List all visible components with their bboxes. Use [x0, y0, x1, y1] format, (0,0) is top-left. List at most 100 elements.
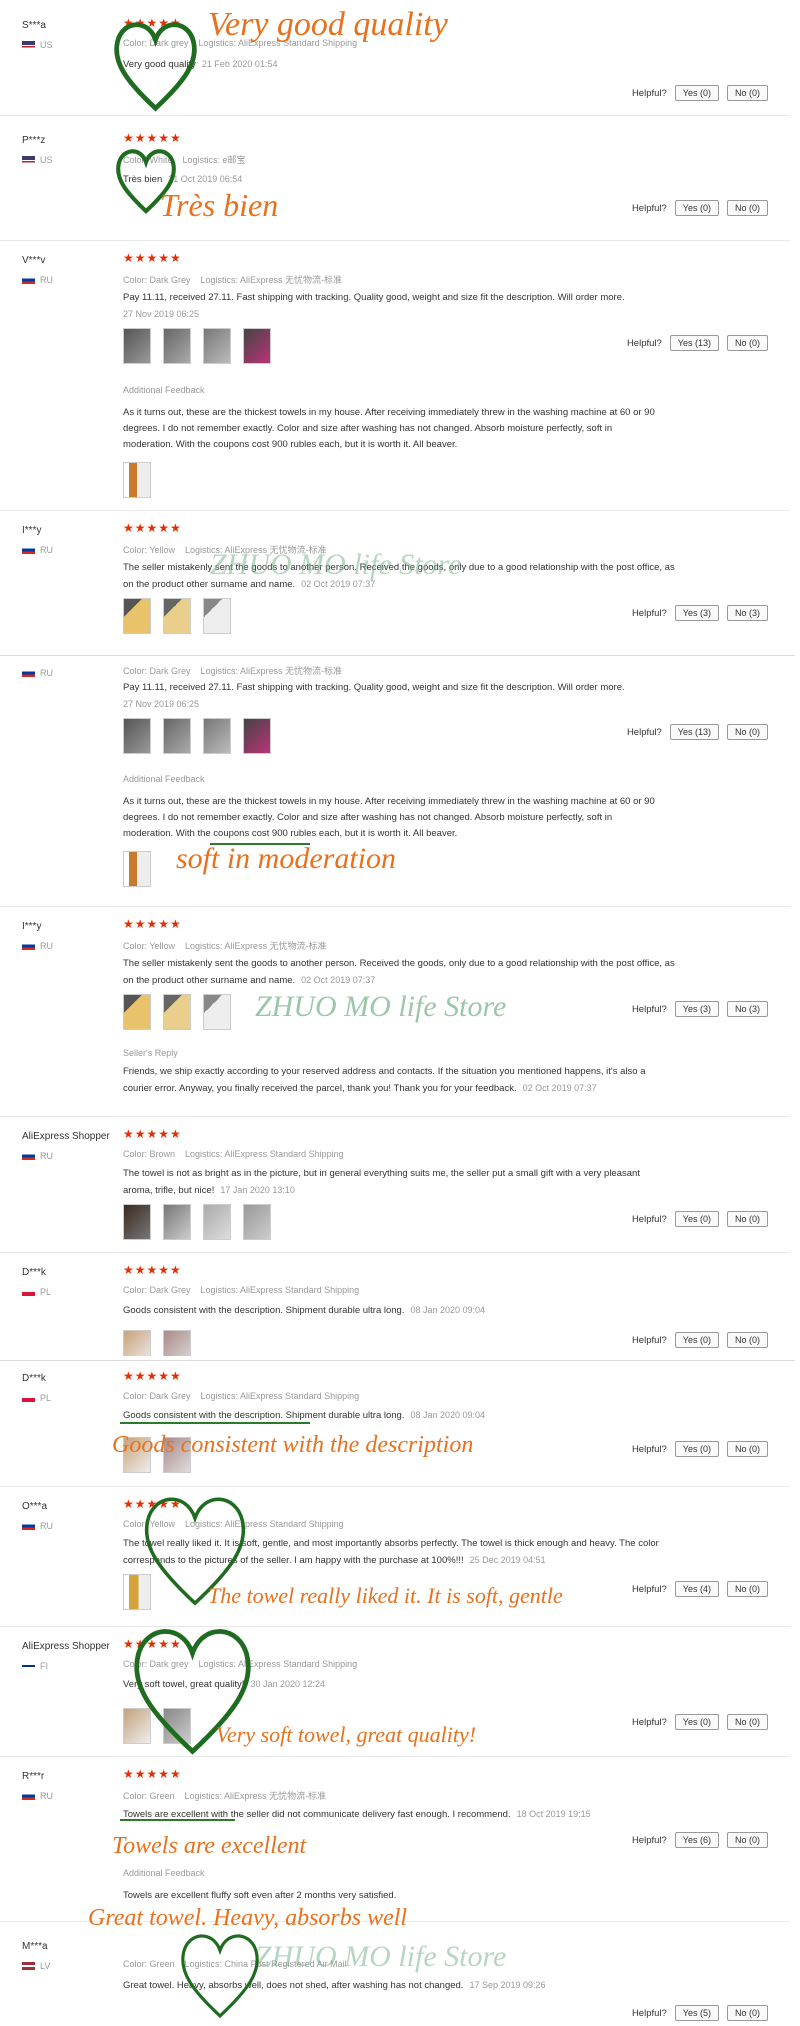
helpful-controls: Helpful? Yes (0) No (0) — [632, 1714, 768, 1730]
helpful-controls: Helpful? Yes (4) No (0) — [632, 1581, 768, 1597]
annotation-caption: Very good quality — [208, 6, 448, 43]
review-photo[interactable] — [163, 1330, 191, 1356]
reviewer-name: P***z — [22, 135, 46, 146]
annotation-caption: soft in moderation — [176, 842, 397, 875]
helpful-no-button[interactable]: No (0) — [726, 1832, 768, 1848]
review-photo[interactable] — [243, 718, 271, 754]
reviewer-name: S***a — [22, 20, 46, 31]
review-text: Pay 11.11, received 27.11. Fast shipping… — [123, 292, 625, 319]
review-photos — [123, 718, 271, 754]
additional-feedback-label: Additional Feedback — [123, 1868, 205, 1878]
helpful-yes-button[interactable]: Yes (4) — [674, 1581, 719, 1597]
helpful-yes-button[interactable]: Yes (3) — [674, 1001, 719, 1017]
helpful-yes-button[interactable]: Yes (0) — [674, 1211, 719, 1227]
review-photo[interactable] — [203, 1204, 231, 1240]
review-item: D***k PL ★★★★★ Color: Dark Grey Logistics… — [0, 1252, 790, 1356]
additional-feedback-label: Additional Feedback — [123, 385, 205, 395]
helpful-controls: Helpful? Yes (0) No (0) — [632, 1332, 768, 1348]
review-photo[interactable] — [203, 718, 231, 754]
annotation-caption: Goods consistent with the description — [112, 1432, 474, 1458]
review-photo[interactable] — [243, 1204, 271, 1240]
review-photo[interactable] — [203, 994, 231, 1030]
star-rating: ★★★★★ — [123, 521, 182, 535]
reviewer-name: O***a — [22, 1501, 48, 1512]
review-meta: Color: Dark Grey Logistics: AliExpress St… — [123, 1285, 360, 1295]
reviewer-name: I***y — [22, 525, 42, 536]
helpful-yes-button[interactable]: Yes (0) — [674, 1441, 719, 1457]
helpful-no-button[interactable]: No (3) — [726, 605, 768, 621]
review-meta: Color: Dark Grey Logistics: AliExpress 无忧… — [123, 666, 343, 676]
review-photo[interactable] — [123, 328, 151, 364]
helpful-no-button[interactable]: No (0) — [726, 1581, 768, 1597]
review-photo[interactable] — [203, 328, 231, 364]
reviewer-name: D***k — [22, 1267, 46, 1278]
review-photo[interactable] — [163, 328, 191, 364]
review-photo[interactable] — [123, 851, 151, 887]
ru-flag-icon — [22, 669, 35, 677]
helpful-yes-button[interactable]: Yes (0) — [674, 1332, 719, 1348]
review-photo[interactable] — [123, 994, 151, 1030]
helpful-yes-button[interactable]: Yes (6) — [674, 1832, 719, 1848]
fi-flag-icon — [22, 1662, 35, 1670]
helpful-yes-button[interactable]: Yes (0) — [674, 1714, 719, 1730]
review-meta: Color: Yellow Logistics: AliExpress 无忧物流-… — [123, 941, 327, 951]
additional-feedback-label: Additional Feedback — [123, 774, 205, 784]
helpful-controls: Helpful? Yes (13) No (0) — [627, 724, 768, 740]
helpful-no-button[interactable]: No (0) — [726, 335, 768, 351]
helpful-no-button[interactable]: No (0) — [726, 1714, 768, 1730]
reviewer-name: R***r — [22, 1771, 45, 1782]
review-text: Very good quality 21 Feb 2020 01:54 — [123, 59, 278, 70]
helpful-no-button[interactable]: No (0) — [726, 200, 768, 216]
reviewer-name: D***k — [22, 1373, 46, 1384]
helpful-no-button[interactable]: No (0) — [726, 1332, 768, 1348]
ru-flag-icon — [22, 1792, 35, 1800]
ru-flag-icon — [22, 1522, 35, 1530]
review-meta: Color: Dark Grey Logistics: AliExpress St… — [123, 1391, 360, 1401]
helpful-yes-button[interactable]: Yes (13) — [669, 724, 719, 740]
helpful-no-button[interactable]: No (3) — [726, 1001, 768, 1017]
review-item: AliExpress Shopper RU ★★★★★ Color: Brown… — [0, 1116, 790, 1253]
review-photo[interactable] — [163, 1204, 191, 1240]
helpful-controls: Helpful? Yes (6) No (0) — [632, 1832, 768, 1848]
annotation-caption: Towels are excellent — [112, 1833, 307, 1859]
seller-reply-label: Seller's Reply — [123, 1048, 178, 1058]
helpful-controls: Helpful? Yes (3) No (3) — [632, 1001, 768, 1017]
review-meta: Color: Green Logistics: AliExpress 无忧物流-标… — [123, 1791, 327, 1801]
helpful-yes-button[interactable]: Yes (0) — [674, 85, 719, 101]
helpful-yes-button[interactable]: Yes (3) — [674, 605, 719, 621]
review-photos — [123, 1204, 271, 1240]
helpful-yes-button[interactable]: Yes (13) — [669, 335, 719, 351]
pl-flag-icon — [22, 1394, 35, 1402]
store-watermark: ZHUO MO life Store — [210, 548, 462, 581]
review-photo[interactable] — [123, 1204, 151, 1240]
additional-feedback-text: Towels are excellent fluffy soft even af… — [123, 1890, 397, 1901]
reviewer-name: AliExpress Shopper — [22, 1641, 110, 1652]
ru-flag-icon — [22, 546, 35, 554]
annotation-caption: Très bien — [160, 187, 279, 223]
helpful-no-button[interactable]: No (0) — [726, 1441, 768, 1457]
review-photo[interactable] — [123, 598, 151, 634]
helpful-no-button[interactable]: No (0) — [726, 85, 768, 101]
helpful-yes-button[interactable]: Yes (0) — [674, 200, 719, 216]
helpful-no-button[interactable]: No (0) — [726, 1211, 768, 1227]
star-rating: ★★★★★ — [123, 251, 182, 265]
highlight-underline — [120, 1422, 310, 1424]
review-photo[interactable] — [123, 718, 151, 754]
review-photo[interactable] — [163, 994, 191, 1030]
review-photo[interactable] — [163, 718, 191, 754]
review-text: The towel is not as bright as in the pic… — [123, 1168, 640, 1196]
review-photos — [123, 994, 231, 1030]
review-photo[interactable] — [203, 598, 231, 634]
reviewer-name: V***v — [22, 255, 46, 266]
review-photo[interactable] — [123, 1330, 151, 1356]
review-photo[interactable] — [163, 598, 191, 634]
helpful-no-button[interactable]: No (0) — [726, 724, 768, 740]
helpful-no-button[interactable]: No (0) — [726, 2005, 768, 2021]
review-text: Goods consistent with the description. S… — [123, 1305, 486, 1316]
review-text: Pay 11.11, received 27.11. Fast shipping… — [123, 682, 625, 709]
additional-feedback-text: As it turns out, these are the thickest … — [123, 796, 655, 839]
helpful-yes-button[interactable]: Yes (5) — [674, 2005, 719, 2021]
review-photo[interactable] — [243, 328, 271, 364]
highlight-underline — [120, 1819, 235, 1821]
review-photo[interactable] — [123, 462, 151, 498]
